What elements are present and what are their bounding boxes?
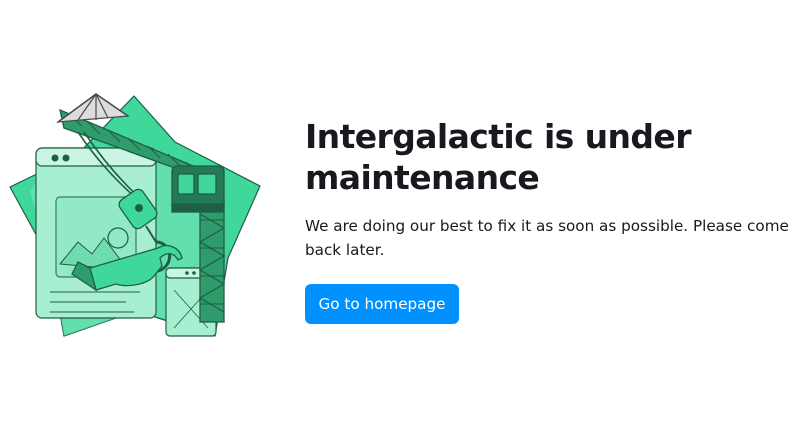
- page-title: Intergalactic is under maintenance: [305, 117, 691, 197]
- go-to-homepage-button[interactable]: Go to homepage: [305, 284, 459, 324]
- page-subtitle: We are doing our best to fix it as soon …: [305, 217, 789, 259]
- maintenance-page: Intergalactic is under maintenance We ar…: [0, 0, 800, 430]
- maintenance-crane-star-icon: [9, 93, 261, 337]
- maintenance-message: Intergalactic is under maintenance We ar…: [305, 116, 797, 324]
